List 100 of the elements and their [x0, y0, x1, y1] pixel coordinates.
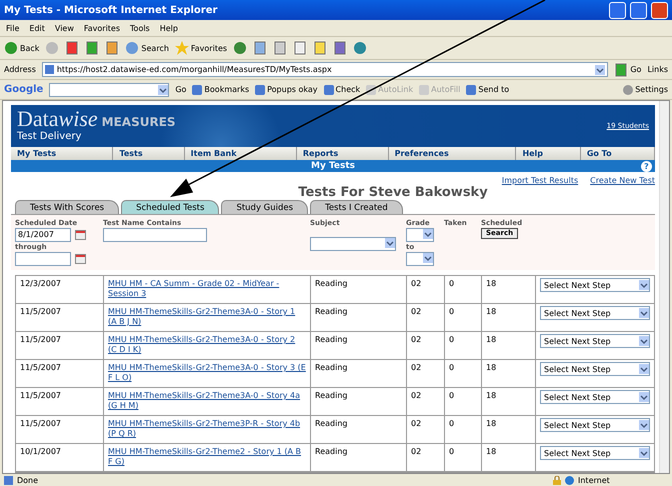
test-link[interactable]: MHU HM-ThemeSkills-Gr2-Theme3A-0 - Story 3 (E F L O)	[108, 363, 306, 383]
date-cell: 11/5/2007	[16, 416, 104, 443]
next-step-select[interactable]: Select Next Step	[540, 278, 650, 292]
tab[interactable]: Scheduled Tests	[121, 200, 220, 214]
back-button[interactable]: Back	[4, 41, 40, 55]
toolbar-button[interactable]: Bookmarks	[192, 84, 250, 94]
tab[interactable]: Study Guides	[221, 200, 308, 214]
taken-cell: 0	[445, 388, 482, 415]
toolbar-icon	[255, 84, 266, 94]
lock-icon	[553, 476, 561, 484]
tab[interactable]: Tests With Scores	[15, 200, 120, 214]
toolbar-icon	[419, 84, 430, 94]
next-step-select[interactable]: Select Next Step	[540, 390, 650, 404]
subject-cell: Reading	[311, 416, 407, 443]
menu-item[interactable]: View	[54, 24, 74, 32]
zone-text: Internet	[578, 476, 611, 484]
taken-cell: 0	[445, 360, 482, 387]
toolbar-button[interactable]: Check	[324, 84, 360, 94]
scheduled-cell: 18	[482, 444, 536, 471]
search-button[interactable]: Search	[125, 41, 169, 55]
grade-select[interactable]	[406, 228, 434, 242]
date-cell: 11/5/2007	[16, 360, 104, 387]
section-title: My Tests	[310, 160, 356, 171]
next-step-select[interactable]: Select Next Step	[540, 306, 650, 320]
caret-icon	[423, 253, 433, 263]
caret-icon	[639, 308, 649, 318]
test-link[interactable]: MHU HM-ThemeSkills-Gr2-Theme3P-R - Story 4b (P Q R)	[108, 419, 306, 439]
menu-item[interactable]: Favorites	[84, 24, 120, 32]
close-button[interactable]	[651, 2, 668, 18]
page-link[interactable]: Create New Test	[590, 176, 655, 185]
tab[interactable]: Tests I Created	[310, 200, 403, 214]
scrollbar[interactable]	[659, 101, 669, 473]
grade-select[interactable]	[406, 252, 434, 266]
subject-cell: Reading	[311, 304, 407, 331]
date-field[interactable]: 8/1/2007	[15, 228, 71, 242]
test-link[interactable]: MHU HM-ThemeSkills-Gr2-Theme3A-0 - Story 4a (G H M)	[108, 391, 306, 411]
subject-cell: Reading	[311, 388, 407, 415]
go-link[interactable]: Go	[175, 85, 186, 94]
test-name-field[interactable]	[103, 228, 207, 242]
google-logo: Google	[4, 84, 44, 95]
next-step-select[interactable]: Select Next Step	[540, 334, 650, 348]
test-link[interactable]: MHU HM-ThemeSkills-Gr2-Theme3A-0 - Story 2 (C D I K)	[108, 335, 306, 355]
caret-icon	[423, 229, 433, 239]
next-step-select[interactable]: Select Next Step	[540, 418, 650, 432]
maximize-button[interactable]	[630, 2, 647, 18]
page-link[interactable]: Import Test Results	[502, 176, 578, 185]
grade-cell: 02	[407, 276, 445, 303]
star-icon[interactable]	[174, 41, 189, 55]
taken-cell: 0	[445, 276, 482, 303]
scheduled-cell: 18	[482, 304, 536, 331]
date-cell: 10/1/2007	[16, 444, 104, 471]
taken-cell: 0	[445, 332, 482, 359]
test-link[interactable]: MHU HM-ThemeSkills-Gr2-Theme3A-0 - Story 1 (A B J N)	[108, 307, 306, 327]
subject-cell: Reading	[311, 444, 407, 471]
help-button[interactable]: ?	[641, 160, 652, 172]
scheduled-cell: 18	[482, 360, 536, 387]
menu-item[interactable]: Edit	[29, 24, 45, 32]
test-link[interactable]: MHU HM - CA Summ - Grade 02 - MidYear - Session 3	[108, 279, 306, 299]
settings-button[interactable]: Settings	[623, 84, 668, 94]
grade-cell: 02	[407, 444, 445, 471]
logo-suffix: MEASURES	[102, 115, 176, 129]
calendar-icon[interactable]	[75, 230, 86, 240]
date-field[interactable]	[15, 252, 71, 266]
taken-cell: 0	[445, 304, 482, 331]
links-label[interactable]: Links	[647, 65, 668, 74]
menu-item[interactable]: Tools	[130, 24, 150, 32]
scheduled-cell: 18	[482, 332, 536, 359]
toolbar-icon	[324, 84, 334, 94]
caret-icon	[158, 84, 168, 94]
grade-cell: 02	[407, 332, 445, 359]
taken-cell: 0	[445, 416, 482, 443]
toolbar-icon	[466, 84, 476, 94]
scheduled-cell: 18	[482, 276, 536, 303]
page-heading: Tests For Steve Bakowsky	[297, 185, 489, 200]
google-search-field[interactable]	[49, 82, 170, 96]
next-step-select[interactable]: Select Next Step	[540, 446, 650, 460]
favorites-button[interactable]: Favorites	[174, 41, 228, 55]
go-button[interactable]: Go	[614, 62, 642, 76]
test-link[interactable]: MHU HM-ThemeSkills-Gr2-Theme2 - Story 1 (A B F G)	[108, 447, 306, 467]
caret-icon	[639, 420, 649, 430]
caret-icon	[639, 280, 649, 290]
next-step-select[interactable]: Select Next Step	[540, 362, 650, 376]
subject-select[interactable]	[310, 237, 396, 251]
status-text: Done	[17, 476, 38, 484]
window-title: My Tests - Microsoft Internet Explorer	[4, 4, 218, 16]
address-field[interactable]: https://host2.datawise-ed.com/morganhill/MeasuresTD/MyTests.aspx	[42, 62, 608, 77]
minimize-button[interactable]	[609, 2, 626, 18]
menu-item[interactable]: File	[6, 24, 20, 32]
subject-cell: Reading	[311, 360, 407, 387]
banner-subtitle: Test Delivery	[17, 131, 82, 142]
toolbar-button[interactable]: Popups okay	[255, 84, 318, 94]
caret-icon	[639, 392, 649, 402]
grade-cell: 02	[407, 304, 445, 331]
caret-icon	[639, 448, 649, 458]
caret-icon	[595, 64, 606, 74]
grade-cell: 02	[407, 360, 445, 387]
calendar-icon[interactable]	[75, 254, 86, 264]
logo: Datawise	[17, 107, 98, 131]
toolbar-button[interactable]: Send to	[466, 84, 510, 94]
menu-item[interactable]: Help	[160, 24, 178, 32]
